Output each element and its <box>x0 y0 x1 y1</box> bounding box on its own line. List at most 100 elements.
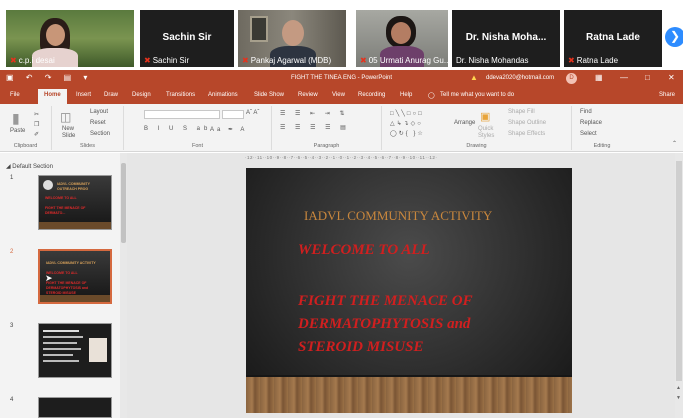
tell-me-box[interactable]: Tell me what you want to do <box>440 92 514 98</box>
canvas-scrollbar[interactable]: ▲ ▼ <box>675 153 683 418</box>
group-font: Aˆ Aˇ B I U S ab Aa ✒ A Font <box>124 106 272 150</box>
font-format-icons[interactable]: B I U S ab <box>144 126 211 132</box>
minimize-icon[interactable]: — <box>620 73 628 82</box>
slide-number: 1 <box>10 175 14 181</box>
thumbnails-scrollbar[interactable] <box>120 153 127 418</box>
title-bar: ▣ ↶ ↷ ▤ ▾ FIGHT THE TINEA ENG - PowerPoi… <box>0 70 683 87</box>
font-size-field[interactable] <box>222 110 244 119</box>
tab-slide-show[interactable]: Slide Show <box>254 92 284 98</box>
next-page-arrow-icon[interactable]: ❯ <box>665 27 683 47</box>
slide-thumbnail-4[interactable] <box>38 397 112 418</box>
slide-thumbnail-1[interactable]: IADVL COMMUNITY OUTREACH PROG WELCOME TO… <box>38 175 112 230</box>
participant-tile-urmati[interactable]: ✖ 05 Urmati Anurag Gu... <box>356 10 448 67</box>
shapes-gallery-icon[interactable]: □╲╲□○□ <box>390 110 424 117</box>
warning-icon[interactable]: ▲ <box>470 73 478 82</box>
layout-button[interactable]: Layout <box>90 109 108 115</box>
next-slide-icon[interactable]: ▼ <box>676 395 681 401</box>
participant-tile-pankaj[interactable]: ✖ Pankaj Agarwal (MDB) <box>238 10 346 67</box>
quick-styles-icon[interactable]: ▣ <box>480 110 490 123</box>
group-drawing: □╲╲□○□ △↳↴◇○ ◯↻{ }☆ Arrange ▣ Quick Styl… <box>382 106 572 150</box>
tab-view[interactable]: View <box>332 92 345 98</box>
slide-body-line-1[interactable]: FIGHT THE MENACE OF <box>298 293 473 310</box>
scroll-thumb[interactable] <box>676 161 682 381</box>
thumb-floor <box>40 295 110 302</box>
group-label: Slides <box>80 143 95 149</box>
thumb-text-line <box>43 342 77 344</box>
slide-body-line-3[interactable]: STEROID MISUSE <box>298 339 423 356</box>
participant-big-name: Ratna Lade <box>586 32 640 43</box>
tab-review[interactable]: Review <box>298 92 318 98</box>
tab-design[interactable]: Design <box>132 92 151 98</box>
tab-file[interactable]: File <box>10 92 20 98</box>
thumb-line: WELCOME TO ALL <box>45 196 77 200</box>
tab-draw[interactable]: Draw <box>104 92 118 98</box>
person-face <box>391 22 411 44</box>
select-button[interactable]: Select <box>580 131 597 137</box>
group-slides: ◫ New Slide Layout Reset Section Slides <box>52 106 124 150</box>
participant-tile-nisha[interactable]: Dr. Nisha Moha... Dr. Nisha Mohandas <box>452 10 560 67</box>
reset-button[interactable]: Reset <box>90 120 106 126</box>
tab-transitions[interactable]: Transitions <box>166 92 195 98</box>
tab-animations[interactable]: Animations <box>208 92 238 98</box>
tab-help[interactable]: Help <box>400 92 412 98</box>
avatar[interactable]: D <box>566 73 577 84</box>
new-slide-icon[interactable]: ◫ <box>60 110 71 124</box>
paste-icon[interactable]: ▮ <box>12 110 20 127</box>
slide-body-line-2[interactable]: DERMATOPHYTOSIS and <box>298 316 470 333</box>
replace-button[interactable]: Replace <box>580 120 602 126</box>
thumb-line: DERMATO... <box>45 211 66 215</box>
font-color-icons[interactable]: Aa ✒ A <box>210 126 247 133</box>
grow-shrink-font-icon[interactable]: Aˆ Aˇ <box>246 110 259 116</box>
tab-insert[interactable]: Insert <box>76 92 91 98</box>
new-slide-button[interactable]: New Slide <box>62 126 75 140</box>
align-icons[interactable]: ☰ ☰ ☰ ☰ ▤ <box>280 124 350 131</box>
horizontal-ruler: ·12··11··10··9··8··7··6··5··4··3··2··1··… <box>245 155 438 160</box>
group-paragraph: ☰ ☰ ⇤ ⇥ ⇅ ☰ ☰ ☰ ☰ ▤ Paragraph <box>272 106 382 150</box>
maximize-icon[interactable]: □ <box>645 73 650 82</box>
mic-muted-icon: ✖ <box>10 56 17 65</box>
participant-tile-ratna[interactable]: Ratna Lade ✖ Ratna Lade <box>564 10 662 67</box>
slide-thumbnails-panel: ◢ Default Section 1 IADVL COMMUNITY OUTR… <box>0 153 120 418</box>
find-button[interactable]: Find <box>580 109 592 115</box>
slide-welcome[interactable]: WELCOME TO ALL <box>298 242 430 259</box>
collapse-ribbon-icon[interactable]: ⌃ <box>672 140 677 147</box>
format-painter-icon[interactable]: ✐ <box>34 131 39 138</box>
logo-icon <box>43 180 53 190</box>
close-icon[interactable]: ✕ <box>668 73 675 82</box>
tab-home[interactable]: Home <box>38 89 67 104</box>
ribbon-display-icon[interactable]: ▦ <box>595 73 603 82</box>
section-button[interactable]: Section <box>90 131 110 137</box>
participant-tile-sachin[interactable]: Sachin Sir ✖ Sachin Sir <box>140 10 234 67</box>
shape-fill-button[interactable]: Shape Fill <box>508 109 535 115</box>
tab-recording[interactable]: Recording <box>358 92 385 98</box>
thumb-line: FIGHT THE MENACE OF <box>45 206 86 210</box>
participant-name: Dr. Nisha Mohandas <box>456 56 529 65</box>
list-icons[interactable]: ☰ ☰ ⇤ ⇥ ⇅ <box>280 110 349 117</box>
slide-number: 2 <box>10 249 14 255</box>
scroll-thumb[interactable] <box>121 163 126 243</box>
paste-button[interactable]: Paste <box>10 128 25 134</box>
participant-tile-cpi-desai[interactable]: ✖ c.p.i desai <box>6 10 134 67</box>
font-name-field[interactable] <box>144 110 220 119</box>
ribbon-home: ▮ Paste ✂ ❐ ✐ Clipboard ◫ New Slide Layo… <box>0 104 683 152</box>
previous-slide-icon[interactable]: ▲ <box>676 385 681 391</box>
window-title: FIGHT THE TINEA ENG - PowerPoint <box>290 75 393 81</box>
participant-big-name: Sachin Sir <box>162 32 212 43</box>
shapes-row-icon[interactable]: ◯↻{ }☆ <box>390 130 425 137</box>
account-email[interactable]: ddeva2020@hotmail.com <box>486 75 554 81</box>
current-slide[interactable]: IADVL COMMUNITY ACTIVITY WELCOME TO ALL … <box>246 168 572 413</box>
slide-title[interactable]: IADVL COMMUNITY ACTIVITY <box>304 208 492 224</box>
shape-outline-button[interactable]: Shape Outline <box>508 120 546 126</box>
quick-styles-button[interactable]: Quick Styles <box>478 126 494 140</box>
group-label: Clipboard <box>13 143 38 149</box>
shapes-row-icon[interactable]: △↳↴◇○ <box>390 120 423 127</box>
mic-muted-icon: ✖ <box>144 56 151 65</box>
mouse-cursor-icon: ➤ <box>45 273 53 283</box>
share-button[interactable]: Share <box>659 92 675 98</box>
arrange-button[interactable]: Arrange <box>454 120 475 126</box>
shape-effects-button[interactable]: Shape Effects <box>508 131 545 137</box>
section-header[interactable]: ◢ Default Section <box>6 163 53 170</box>
cut-icon[interactable]: ✂ <box>34 111 39 118</box>
copy-icon[interactable]: ❐ <box>34 121 39 128</box>
slide-thumbnail-3[interactable] <box>38 323 112 378</box>
